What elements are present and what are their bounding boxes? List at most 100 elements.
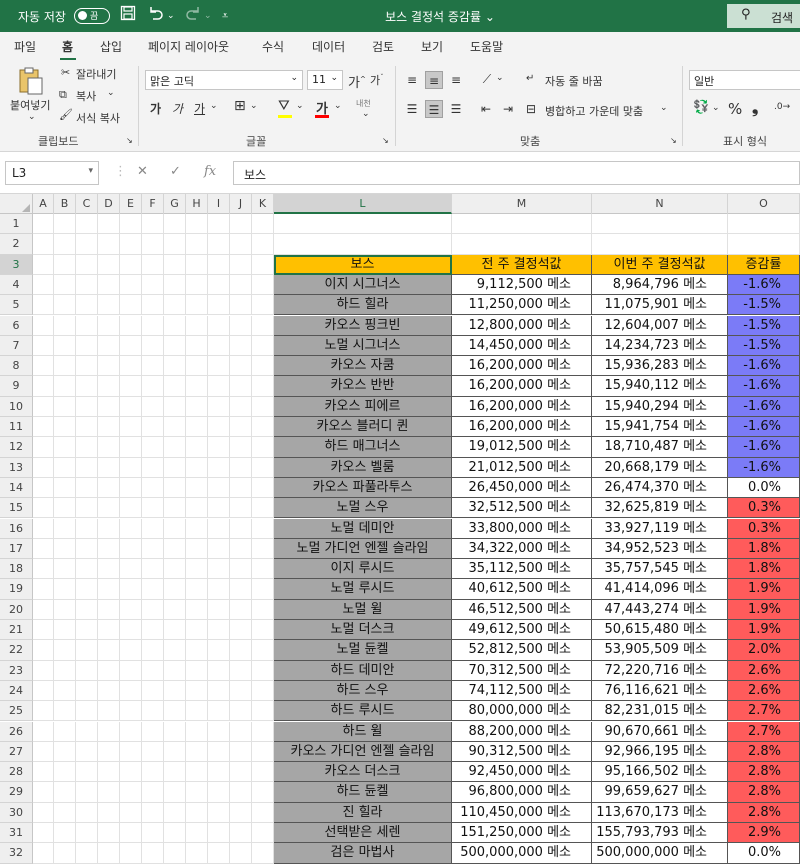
cell[interactable] bbox=[98, 396, 120, 417]
cell[interactable] bbox=[142, 802, 164, 823]
cell[interactable] bbox=[33, 396, 54, 417]
cell[interactable] bbox=[76, 843, 98, 864]
cell[interactable] bbox=[142, 701, 164, 722]
cell[interactable] bbox=[142, 396, 164, 417]
cell[interactable] bbox=[186, 802, 208, 823]
cell[interactable] bbox=[230, 498, 252, 519]
font-launcher-icon[interactable]: ↘ bbox=[382, 136, 389, 145]
cell[interactable] bbox=[142, 620, 164, 641]
cell[interactable] bbox=[164, 417, 186, 438]
cell[interactable] bbox=[54, 315, 76, 336]
cell[interactable] bbox=[33, 254, 54, 275]
cell[interactable] bbox=[164, 762, 186, 783]
change-rate-cell[interactable]: 0.3% bbox=[728, 498, 800, 519]
boss-name-cell[interactable]: 하드 데미안 bbox=[274, 660, 452, 681]
prev-value-cell[interactable]: 26,450,000 메소 bbox=[452, 477, 592, 499]
align-bottom-icon[interactable]: ≡ bbox=[447, 71, 465, 89]
cell[interactable] bbox=[142, 254, 164, 275]
redo-dropdown-icon[interactable]: ⌄ bbox=[204, 11, 212, 21]
cell[interactable] bbox=[252, 417, 274, 438]
curr-value-cell[interactable]: 72,220,716 메소 bbox=[592, 660, 728, 681]
cell[interactable] bbox=[142, 335, 164, 357]
cell[interactable] bbox=[208, 843, 230, 864]
cell[interactable] bbox=[142, 599, 164, 620]
cell[interactable] bbox=[252, 214, 274, 235]
tab-help[interactable]: 도움말 bbox=[470, 38, 503, 55]
curr-value-cell[interactable]: 53,905,509 메소 bbox=[592, 640, 728, 661]
cell[interactable] bbox=[54, 559, 76, 580]
cell[interactable] bbox=[33, 579, 54, 600]
cell[interactable] bbox=[142, 782, 164, 803]
column-header-C[interactable]: C bbox=[76, 194, 98, 214]
cell[interactable] bbox=[76, 579, 98, 600]
cell[interactable] bbox=[186, 762, 208, 783]
curr-value-cell[interactable]: 47,443,274 메소 bbox=[592, 599, 728, 620]
cell[interactable] bbox=[54, 214, 76, 235]
copy-icon[interactable]: ⧉ bbox=[59, 88, 67, 102]
clipboard-launcher-icon[interactable]: ↘ bbox=[126, 136, 133, 145]
cell[interactable] bbox=[186, 599, 208, 620]
cell[interactable] bbox=[33, 356, 54, 377]
change-rate-cell[interactable]: 2.6% bbox=[728, 680, 800, 702]
cell[interactable] bbox=[33, 498, 54, 519]
row-header[interactable]: 10 bbox=[0, 396, 33, 417]
cell[interactable] bbox=[208, 620, 230, 641]
cell[interactable] bbox=[98, 680, 120, 702]
boss-name-cell[interactable]: 카오스 피에르 bbox=[274, 396, 452, 417]
undo-icon[interactable] bbox=[147, 5, 165, 25]
cell[interactable] bbox=[76, 254, 98, 275]
row-header[interactable]: 12 bbox=[0, 437, 33, 458]
curr-value-cell[interactable]: 8,964,796 메소 bbox=[592, 274, 728, 296]
cell[interactable] bbox=[252, 254, 274, 275]
cell[interactable] bbox=[98, 477, 120, 499]
curr-value-cell[interactable]: 41,414,096 메소 bbox=[592, 579, 728, 600]
cell[interactable] bbox=[54, 356, 76, 377]
cell[interactable] bbox=[120, 802, 142, 823]
row-header[interactable]: 6 bbox=[0, 315, 33, 336]
change-rate-cell[interactable]: -1.6% bbox=[728, 396, 800, 417]
cell[interactable] bbox=[54, 376, 76, 397]
cell[interactable] bbox=[98, 376, 120, 397]
cell[interactable] bbox=[33, 315, 54, 336]
save-icon[interactable] bbox=[120, 5, 136, 25]
change-rate-cell[interactable]: -1.6% bbox=[728, 356, 800, 377]
cell[interactable] bbox=[33, 417, 54, 438]
row-header[interactable]: 27 bbox=[0, 741, 33, 763]
cell[interactable] bbox=[98, 518, 120, 539]
cell[interactable] bbox=[142, 538, 164, 560]
column-header-A[interactable]: A bbox=[33, 194, 54, 214]
change-rate-cell[interactable]: 0.3% bbox=[728, 518, 800, 539]
cell[interactable] bbox=[208, 559, 230, 580]
curr-value-cell[interactable]: 11,075,901 메소 bbox=[592, 295, 728, 316]
wrap-text-icon[interactable]: ↵ bbox=[526, 73, 534, 84]
cell[interactable] bbox=[76, 762, 98, 783]
cell[interactable] bbox=[252, 538, 274, 560]
cut-icon[interactable]: ✂ bbox=[61, 66, 70, 79]
row-header[interactable]: 25 bbox=[0, 701, 33, 722]
cell[interactable] bbox=[120, 538, 142, 560]
cell[interactable] bbox=[54, 254, 76, 275]
underline-icon[interactable]: 가 bbox=[194, 100, 205, 117]
cell[interactable] bbox=[230, 843, 252, 864]
cell[interactable] bbox=[164, 477, 186, 499]
row-header[interactable]: 16 bbox=[0, 518, 33, 539]
curr-value-cell[interactable]: 15,936,283 메소 bbox=[592, 356, 728, 377]
cell[interactable] bbox=[33, 762, 54, 783]
cell[interactable] bbox=[142, 640, 164, 661]
prev-value-cell[interactable]: 16,200,000 메소 bbox=[452, 417, 592, 438]
column-header-H[interactable]: H bbox=[186, 194, 208, 214]
cell[interactable] bbox=[120, 782, 142, 803]
cell[interactable] bbox=[120, 477, 142, 499]
prev-value-cell[interactable]: 21,012,500 메소 bbox=[452, 457, 592, 478]
column-header-J[interactable]: J bbox=[230, 194, 252, 214]
cell[interactable] bbox=[98, 782, 120, 803]
cell[interactable] bbox=[164, 599, 186, 620]
cell[interactable] bbox=[164, 782, 186, 803]
cell[interactable] bbox=[54, 843, 76, 864]
font-size-select[interactable]: 11 ⌄ bbox=[307, 70, 343, 90]
cell[interactable] bbox=[142, 417, 164, 438]
cell[interactable] bbox=[33, 701, 54, 722]
cell[interactable] bbox=[230, 214, 252, 235]
cell[interactable] bbox=[120, 234, 142, 255]
cell[interactable] bbox=[186, 538, 208, 560]
